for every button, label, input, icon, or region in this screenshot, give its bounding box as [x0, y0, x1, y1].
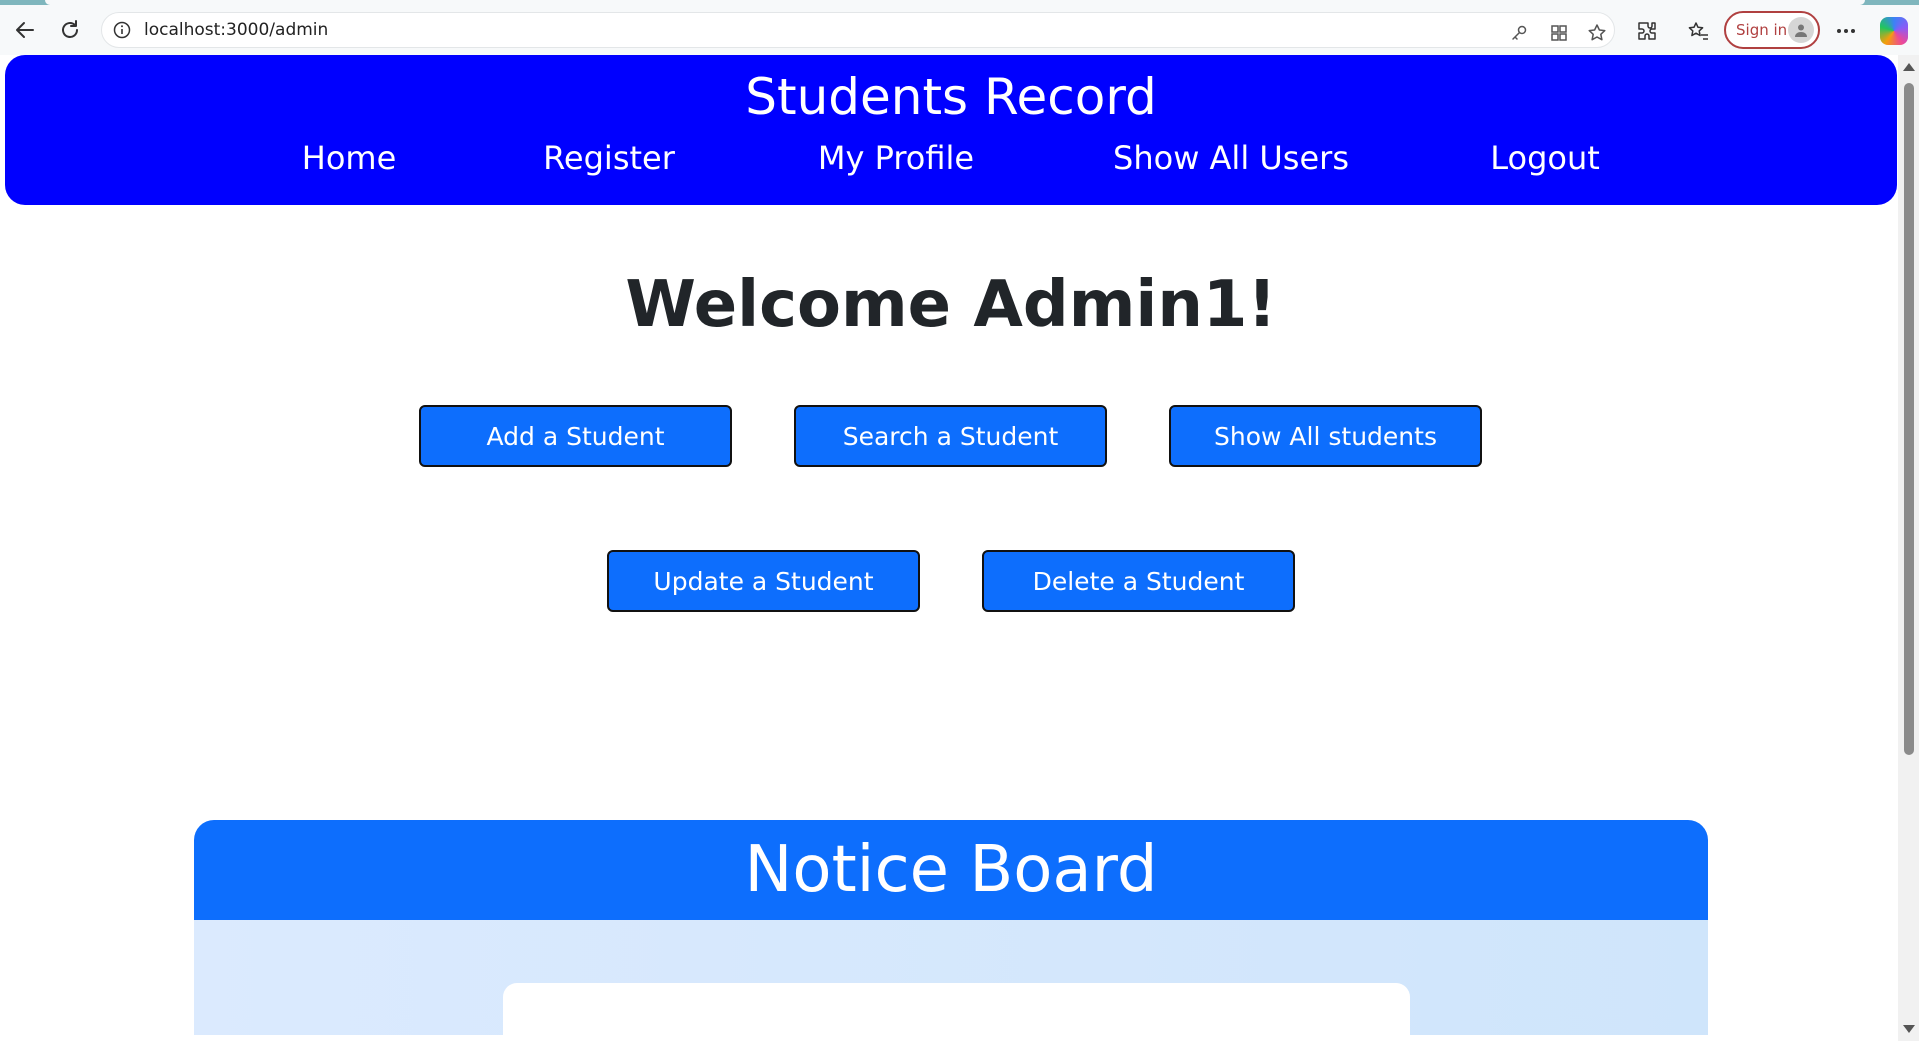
nav-show-all-users-link[interactable]: Show All Users	[1113, 133, 1349, 183]
site-nav: Home Register My Profile Show All Users …	[5, 133, 1897, 183]
nav-logout-link[interactable]: Logout	[1490, 133, 1600, 183]
app-grid-icon[interactable]	[1546, 20, 1572, 46]
nav-register-link[interactable]: Register	[543, 133, 675, 183]
star-icon[interactable]	[1584, 20, 1610, 46]
site-title: Students Record	[745, 68, 1157, 126]
copilot-icon[interactable]	[1880, 17, 1908, 45]
update-student-button[interactable]: Update a Student	[607, 550, 920, 612]
key-icon[interactable]	[1506, 20, 1532, 46]
show-all-students-button[interactable]: Show All students	[1169, 405, 1482, 467]
notice-card	[503, 983, 1410, 1035]
scroll-up-icon[interactable]	[1903, 63, 1915, 71]
welcome-heading: Welcome Admin1!	[625, 268, 1277, 342]
page-viewport: Students Record Home Register My Profile…	[5, 55, 1898, 1035]
favorites-icon[interactable]	[1684, 17, 1712, 45]
nav-home-link[interactable]: Home	[302, 133, 397, 183]
url-text[interactable]: localhost:3000/admin	[144, 20, 328, 40]
notice-board-header: Notice Board	[194, 820, 1708, 920]
add-student-button[interactable]: Add a Student	[419, 405, 732, 467]
search-student-button[interactable]: Search a Student	[794, 405, 1107, 467]
sign-in-label: Sign in	[1736, 21, 1788, 39]
notice-board-title: Notice Board	[744, 833, 1158, 907]
extensions-icon[interactable]	[1633, 17, 1661, 45]
back-icon[interactable]	[10, 15, 40, 45]
refresh-icon[interactable]	[55, 15, 85, 45]
profile-avatar-icon	[1788, 17, 1814, 43]
address-bar[interactable]: localhost:3000/admin	[101, 12, 1615, 48]
scroll-down-icon[interactable]	[1903, 1025, 1915, 1033]
more-options-icon[interactable]	[1832, 17, 1860, 45]
site-header: Students Record Home Register My Profile…	[5, 55, 1897, 205]
browser-toolbar: localhost:3000/admin Sign in	[0, 5, 1919, 55]
nav-my-profile-link[interactable]: My Profile	[818, 133, 974, 183]
notice-board-body	[194, 920, 1708, 1035]
sign-in-button[interactable]: Sign in	[1724, 11, 1820, 49]
page-scrollbar[interactable]	[1898, 55, 1919, 1041]
info-icon[interactable]	[112, 20, 132, 40]
scrollbar-thumb[interactable]	[1904, 83, 1914, 755]
delete-student-button[interactable]: Delete a Student	[982, 550, 1295, 612]
notice-board: Notice Board	[194, 820, 1708, 1035]
